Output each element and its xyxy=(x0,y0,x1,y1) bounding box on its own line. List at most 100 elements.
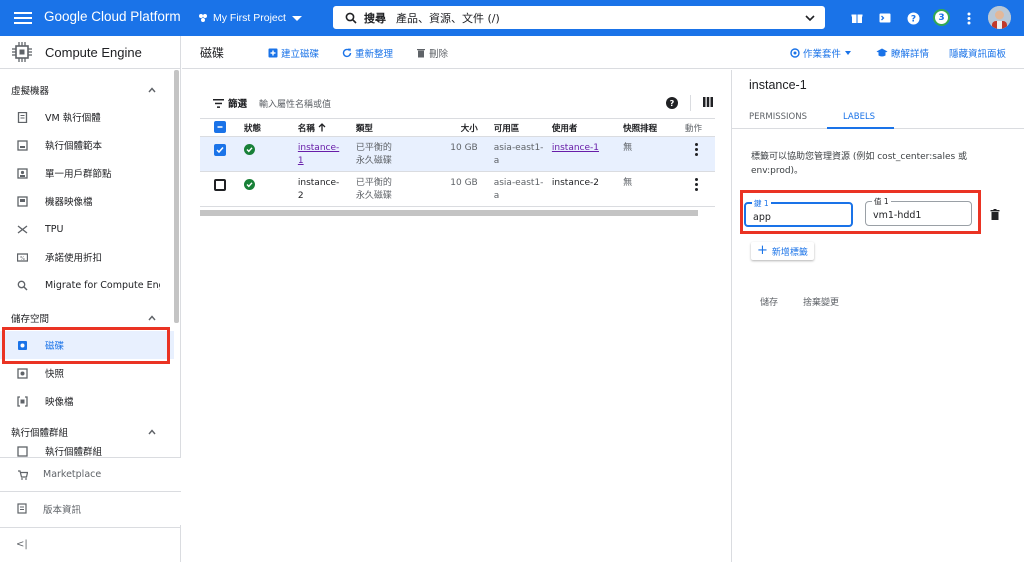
sidebar-item-images[interactable]: 映像檔 xyxy=(0,387,174,415)
help-icon[interactable]: ? xyxy=(666,97,678,109)
tab-labels[interactable]: LABELS xyxy=(843,112,875,122)
label-key-caption: 鍵 1 xyxy=(752,198,771,209)
gift-icon[interactable] xyxy=(848,9,866,27)
type-cell: 已平衡的 永久磁碟 xyxy=(355,136,433,172)
template-icon xyxy=(17,139,28,151)
project-selector[interactable]: My First Project xyxy=(198,7,302,29)
add-label-button[interactable]: + 新增標籤 xyxy=(751,242,814,260)
sidebar-collapse-button[interactable]: <| xyxy=(0,527,181,562)
disk-list-area: 篩選 輸入屬性名稱或值 ? 狀態 名稱 類型 大小 可用區 使用者 快照排程 動… xyxy=(182,70,731,562)
column-header-type[interactable]: 類型 xyxy=(355,118,433,137)
more-vert-icon[interactable] xyxy=(695,143,699,158)
column-header-size[interactable]: 大小 xyxy=(432,118,482,137)
cloud-shell-icon[interactable] xyxy=(876,9,894,27)
notifications-badge[interactable]: 3 xyxy=(933,9,950,26)
section-virtual-machines[interactable]: 虛擬機器 xyxy=(0,77,174,103)
sidebar-item-instance-groups[interactable]: 執行個體群組 xyxy=(0,445,174,457)
hamburger-menu-icon[interactable] xyxy=(14,9,32,27)
collapse-icon: <| xyxy=(16,539,28,550)
school-icon xyxy=(876,48,888,57)
caret-down-icon xyxy=(845,51,852,55)
disk-name-link[interactable]: instance- xyxy=(298,143,339,153)
user-link[interactable]: instance-2 xyxy=(552,178,599,188)
discard-changes-button[interactable]: 捨棄變更 xyxy=(803,295,839,308)
chevron-down-icon[interactable] xyxy=(805,13,815,23)
sidebar-item-machine-images[interactable]: 機器映像檔 xyxy=(0,187,174,215)
sidebar-item-release-notes[interactable]: 版本資訊 xyxy=(0,491,181,525)
save-button[interactable]: 儲存 xyxy=(760,295,778,308)
sidebar-item-instance-templates[interactable]: 執行個體範本 xyxy=(0,131,174,159)
create-disk-button[interactable]: 建立磁碟 xyxy=(268,46,319,60)
plus-icon: + xyxy=(757,243,768,258)
type-line-1: 已平衡的 xyxy=(355,143,392,153)
operations-suite-button[interactable]: 作業套件 xyxy=(790,46,852,60)
row-checkbox[interactable] xyxy=(214,144,226,156)
column-header-user[interactable]: 使用者 xyxy=(551,118,624,137)
top-bar: Google Cloud Platform My First Project 搜… xyxy=(0,0,1024,36)
avatar[interactable] xyxy=(988,6,1011,29)
project-hex-icon xyxy=(199,14,207,22)
select-all-cell[interactable] xyxy=(200,118,232,137)
select-all-checkbox[interactable] xyxy=(214,121,226,133)
sidebar-item-label: 單一用戶群節點 xyxy=(45,169,112,180)
label-key-field[interactable]: 鍵 1 app xyxy=(744,198,853,227)
column-header-schedule[interactable]: 快照排程 xyxy=(623,118,686,137)
sidebar-item-sole-tenant[interactable]: 單一用戶群節點 xyxy=(0,159,174,187)
row-checkbox-cell[interactable] xyxy=(200,171,232,207)
horizontal-scrollbar[interactable] xyxy=(200,210,698,216)
section-instance-groups[interactable]: 執行個體群組 xyxy=(0,419,174,445)
column-header-status[interactable]: 狀態 xyxy=(231,118,293,137)
label-key-input[interactable]: app xyxy=(753,212,771,223)
sidebar-item-label: 承諾使用折扣 xyxy=(45,253,103,264)
info-panel: instance-1 PERMISSIONS LABELS 標籤可以協助您管理資… xyxy=(731,70,1024,562)
user-cell[interactable]: instance-2 xyxy=(551,171,624,207)
sidebar-item-vm-instances[interactable]: VM 執行個體 xyxy=(0,103,174,131)
name-cell[interactable]: instance- 2 xyxy=(292,171,356,207)
filter-input[interactable]: 輸入屬性名稱或值 xyxy=(259,97,331,110)
type-line-1: 已平衡的 xyxy=(355,178,392,188)
actions-cell[interactable] xyxy=(685,136,715,172)
name-cell[interactable]: instance- 1 xyxy=(292,136,356,172)
sort-arrow-up-icon xyxy=(318,122,326,131)
sidebar-item-committed-use[interactable]: % 承諾使用折扣 xyxy=(0,243,174,271)
search-input[interactable]: 產品、資源、文件 (/) xyxy=(396,10,500,26)
column-display-icon[interactable] xyxy=(703,97,713,107)
zone-cell: asia-east1- a xyxy=(481,136,552,172)
trash-icon[interactable] xyxy=(990,209,1000,220)
type-line-2: 永久磁碟 xyxy=(355,191,392,201)
column-header-name[interactable]: 名稱 xyxy=(292,118,356,137)
label-value-field[interactable]: 值 1 vm1-hdd1 xyxy=(865,196,972,226)
add-box-icon xyxy=(268,48,278,58)
sidebar-item-marketplace[interactable]: Marketplace xyxy=(0,457,181,491)
brand-title[interactable]: Google Cloud Platform xyxy=(44,9,181,24)
active-tab-indicator xyxy=(827,127,894,129)
table-row[interactable]: instance- 2 已平衡的 永久磁碟 10 GB asia-east1- a i… xyxy=(200,171,715,207)
user-cell[interactable]: instance-1 xyxy=(551,136,624,172)
help-icon[interactable]: ? xyxy=(904,9,922,27)
actions-cell[interactable] xyxy=(685,171,715,207)
hide-info-panel-button[interactable]: 隱藏資訊面板 xyxy=(949,46,1006,60)
sidebar-item-migrate[interactable]: Migrate for Compute Engine xyxy=(0,271,174,299)
sidebar-item-tpu[interactable]: TPU xyxy=(0,215,174,243)
more-vert-icon[interactable] xyxy=(695,178,699,193)
row-checkbox-cell[interactable] xyxy=(200,136,232,172)
user-link[interactable]: instance-1 xyxy=(552,143,599,153)
info-panel-tabs: PERMISSIONS LABELS xyxy=(732,104,1024,129)
delete-button[interactable]: 刪除 xyxy=(416,46,448,60)
more-vert-icon[interactable] xyxy=(960,9,978,27)
label-value-input[interactable]: vm1-hdd1 xyxy=(873,210,921,221)
sidebar-scrollbar[interactable] xyxy=(174,70,179,323)
disk-name-link-cont[interactable]: 2 xyxy=(298,191,304,201)
table-row[interactable]: instance- 1 已平衡的 永久磁碟 10 GB asia-east1- a i… xyxy=(200,136,715,172)
compute-engine-icon xyxy=(12,42,32,62)
column-header-zone[interactable]: 可用區 xyxy=(481,118,552,137)
row-checkbox[interactable] xyxy=(214,179,226,191)
search-bar[interactable]: 搜尋 產品、資源、文件 (/) xyxy=(332,5,826,30)
disk-name-link[interactable]: instance- xyxy=(298,178,339,188)
refresh-button[interactable]: 重新整理 xyxy=(342,46,393,60)
learn-more-button[interactable]: 瞭解詳情 xyxy=(876,46,929,60)
tab-permissions[interactable]: PERMISSIONS xyxy=(749,112,807,122)
project-name: My First Project xyxy=(213,12,286,24)
disk-name-link-cont[interactable]: 1 xyxy=(298,156,304,166)
filter-bar: 篩選 輸入屬性名稱或值 ? xyxy=(200,88,715,118)
